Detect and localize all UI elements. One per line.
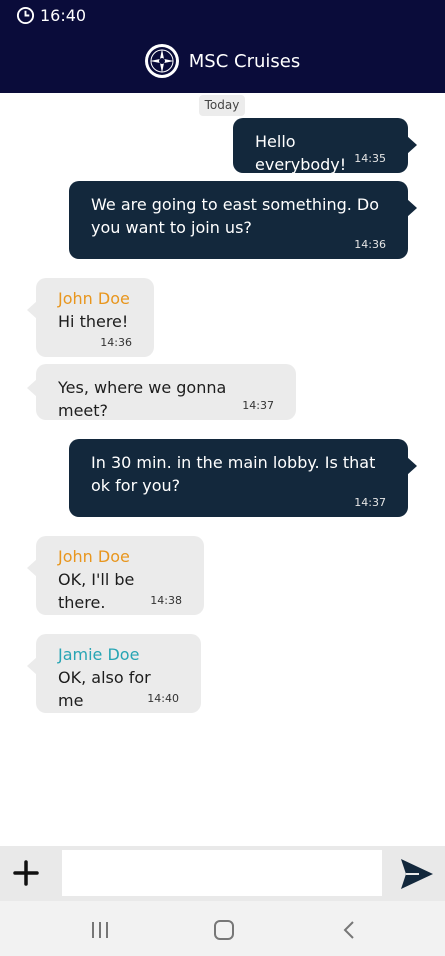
message-text: Hi there! <box>58 312 129 331</box>
bubble-tail <box>407 136 417 154</box>
message-time: 14:40 <box>147 692 179 705</box>
status-bar-clock: 16:40 <box>16 5 86 25</box>
bubble-tail <box>27 301 37 319</box>
message-time: 14:38 <box>150 594 182 607</box>
message-input[interactable] <box>62 850 382 896</box>
message-bubble-incoming[interactable]: Jamie Doe OK, also for me 14:40 <box>27 634 201 713</box>
back-button[interactable] <box>334 917 364 943</box>
recents-button[interactable] <box>85 917 115 943</box>
compass-logo-icon <box>144 44 179 78</box>
message-bubble-outgoing[interactable]: Hello everybody! 14:35 <box>233 118 417 174</box>
plus-icon <box>13 860 39 886</box>
message-text: We are going to east something. Do you w… <box>91 195 380 237</box>
bubble-tail <box>407 457 417 475</box>
app-title: MSC Cruises <box>188 50 301 72</box>
chat-title: MSC Cruises <box>0 44 445 78</box>
status-time: 16:40 <box>40 5 87 25</box>
attach-button[interactable] <box>12 859 40 887</box>
message-list[interactable]: Today Hello everybody! 14:35 We are goin… <box>0 93 445 846</box>
bubble-tail <box>27 379 37 397</box>
message-time: 14:36 <box>100 336 132 349</box>
system-nav-bar <box>0 901 445 956</box>
bubble-tail <box>27 657 37 675</box>
send-button[interactable] <box>398 856 436 892</box>
back-icon <box>343 921 354 939</box>
message-text: OK, also for me <box>58 668 151 710</box>
sender-name: Jamie Doe <box>58 645 140 664</box>
message-bubble-outgoing[interactable]: In 30 min. in the main lobby. Is that ok… <box>69 439 417 517</box>
home-icon <box>214 920 234 940</box>
message-time: 14:36 <box>354 238 386 251</box>
sender-name: John Doe <box>58 289 130 308</box>
recents-icon <box>92 922 108 938</box>
message-bubble-outgoing[interactable]: We are going to east something. Do you w… <box>69 181 417 259</box>
bubble-tail <box>407 199 417 217</box>
home-button[interactable] <box>209 917 239 943</box>
message-time: 14:37 <box>242 399 274 412</box>
clock-icon <box>16 6 35 24</box>
app-header: 16:40 MSC Cruises <box>0 0 445 93</box>
message-bubble-incoming[interactable]: John Doe Hi there! 14:36 <box>27 278 154 357</box>
message-bubble-incoming[interactable]: Yes, where we gonna meet? 14:37 <box>27 364 296 420</box>
bubble-tail <box>27 559 37 577</box>
message-time: 14:37 <box>354 496 386 509</box>
message-time: 14:35 <box>354 152 386 165</box>
send-icon <box>401 859 433 889</box>
message-text: OK, I'll be there. <box>58 570 135 612</box>
message-text: In 30 min. in the main lobby. Is that ok… <box>91 453 376 495</box>
message-composer <box>0 846 445 901</box>
sender-name: John Doe <box>58 547 130 566</box>
message-bubble-incoming[interactable]: John Doe OK, I'll be there. 14:38 <box>27 536 204 615</box>
date-separator: Today <box>199 95 245 116</box>
